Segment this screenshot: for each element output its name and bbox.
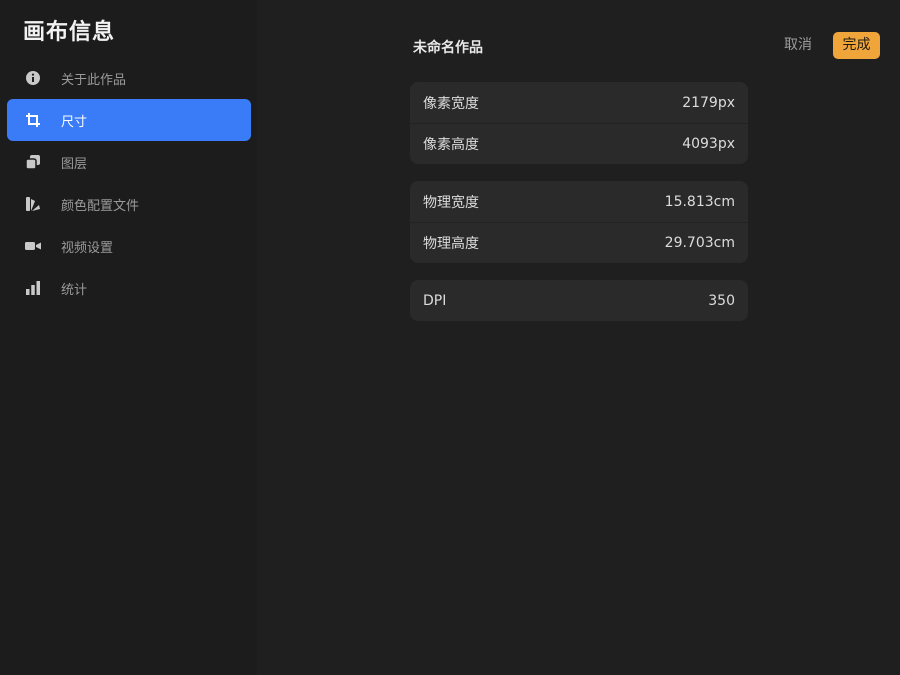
dpi-row[interactable]: DPI 350 [410, 280, 748, 321]
pixel-height-label: 像素高度 [423, 137, 479, 153]
sidebar: 画布信息 关于此作品 尺寸 图层 颜色配置文件 视频设置 统计 [0, 0, 257, 675]
pixel-width-value[interactable]: 2179px [682, 95, 735, 111]
physical-width-label: 物理宽度 [423, 194, 479, 211]
info-icon [25, 70, 41, 86]
physical-height-label: 物理高度 [423, 236, 479, 252]
sidebar-item-label: 统计 [61, 282, 88, 298]
physical-height-row[interactable]: 物理高度 29.703cm [410, 222, 748, 263]
bar-chart-icon [25, 280, 41, 296]
layers-icon [25, 154, 41, 170]
color-profile-icon [25, 196, 41, 212]
pixel-height-row[interactable]: 像素高度 4093px [410, 123, 748, 164]
sidebar-nav: 关于此作品 尺寸 图层 颜色配置文件 视频设置 统计 [7, 57, 251, 309]
sidebar-item-label: 图层 [61, 156, 88, 172]
sidebar-item-statistics[interactable]: 统计 [7, 267, 251, 309]
sidebar-item-label: 视频设置 [61, 240, 114, 256]
sidebar-item-label: 颜色配置文件 [61, 198, 140, 214]
dpi-value[interactable]: 350 [708, 293, 735, 309]
sidebar-item-label: 关于此作品 [61, 72, 127, 88]
physical-height-value[interactable]: 29.703cm [665, 235, 735, 251]
sidebar-title: 画布信息 [23, 20, 116, 45]
document-title: 未命名作品 [413, 40, 483, 56]
pixel-height-value[interactable]: 4093px [682, 136, 735, 152]
physical-width-row[interactable]: 物理宽度 15.813cm [410, 181, 748, 222]
sidebar-item-layers[interactable]: 图层 [7, 141, 251, 183]
crop-icon [25, 112, 41, 128]
dpi-label: DPI [423, 292, 447, 309]
done-button[interactable]: 完成 [833, 32, 880, 59]
cancel-button[interactable]: 取消 [775, 32, 821, 59]
canvas-info-app: 画布信息 关于此作品 尺寸 图层 颜色配置文件 视频设置 统计 未命名作品 取消… [0, 0, 900, 675]
sidebar-item-color-profile[interactable]: 颜色配置文件 [7, 183, 251, 225]
video-camera-icon [25, 238, 41, 254]
sidebar-item-dimensions[interactable]: 尺寸 [7, 99, 251, 141]
sidebar-item-label: 尺寸 [61, 114, 88, 130]
physical-dimensions-card: 物理宽度 15.813cm 物理高度 29.703cm [410, 181, 748, 263]
sidebar-item-video-settings[interactable]: 视频设置 [7, 225, 251, 267]
physical-width-value[interactable]: 15.813cm [665, 194, 735, 210]
pixel-dimensions-card: 像素宽度 2179px 像素高度 4093px [410, 82, 748, 164]
sidebar-item-about[interactable]: 关于此作品 [7, 57, 251, 99]
dpi-card: DPI 350 [410, 280, 748, 321]
pixel-width-label: 像素宽度 [423, 95, 479, 112]
pixel-width-row[interactable]: 像素宽度 2179px [410, 82, 748, 123]
